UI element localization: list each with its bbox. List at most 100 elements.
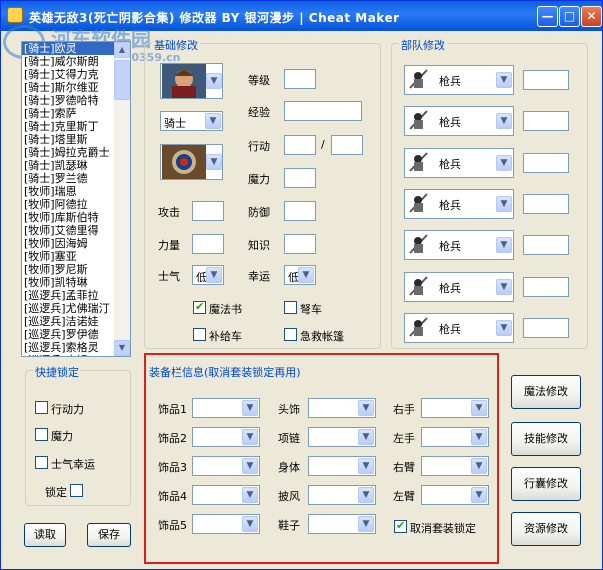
hero-list-item[interactable]: [牧师]因海姆: [22, 237, 116, 250]
chevron-down-icon[interactable]: ▼: [242, 516, 258, 532]
army-unit-select[interactable]: 枪兵 ▼: [404, 312, 514, 343]
attack-input[interactable]: [192, 201, 224, 221]
equip-slot-acc4-select[interactable]: ▼: [192, 485, 260, 505]
hero-list-item[interactable]: [牧师]阿德拉: [22, 198, 116, 211]
army-unit-select[interactable]: 枪兵 ▼: [404, 230, 514, 261]
knowledge-input[interactable]: [284, 234, 316, 254]
move-current-input[interactable]: [284, 135, 316, 155]
equip-slot-right-hand-select[interactable]: ▼: [421, 398, 489, 418]
hero-list-item[interactable]: [骑士]艾得力克: [22, 68, 116, 81]
army-unit-select[interactable]: 枪兵 ▼: [404, 188, 514, 219]
hero-specialty-select[interactable]: ▼: [160, 144, 223, 180]
equip-slot-left-arm-select[interactable]: ▼: [421, 485, 489, 505]
lock-checkbox[interactable]: [70, 484, 83, 497]
hero-portrait-select[interactable]: ▼: [160, 63, 223, 99]
hero-class-select[interactable]: 骑士 ▼: [160, 111, 223, 131]
equip-slot-cloak-select[interactable]: ▼: [308, 485, 376, 505]
chevron-down-icon[interactable]: ▼: [496, 72, 512, 88]
hero-list-item[interactable]: [牧师]塞亚: [22, 250, 116, 263]
chevron-down-icon[interactable]: ▼: [358, 458, 374, 474]
chevron-down-icon[interactable]: ▼: [496, 237, 512, 254]
equip-slot-left-hand-select[interactable]: ▼: [421, 427, 489, 447]
hero-list-item[interactable]: [骑士]威尔斯朗: [22, 55, 116, 68]
equip-slot-acc2-select[interactable]: ▼: [192, 427, 260, 447]
hero-list-item[interactable]: [牧师]罗尼斯: [22, 263, 116, 276]
equip-slot-body-select[interactable]: ▼: [308, 456, 376, 476]
first-aid-checkbox[interactable]: [284, 328, 297, 341]
equip-slot-shoes-select[interactable]: ▼: [308, 514, 376, 534]
chevron-down-icon[interactable]: ▼: [298, 267, 314, 283]
cancel-set-lock-checkbox[interactable]: [394, 519, 407, 533]
army-unit-select[interactable]: 枪兵 ▼: [404, 106, 514, 137]
chevron-down-icon[interactable]: ▼: [496, 278, 512, 295]
bag-edit-button[interactable]: 行囊修改: [511, 467, 581, 501]
ballista-checkbox[interactable]: [284, 301, 297, 314]
chevron-down-icon[interactable]: ▼: [242, 429, 258, 445]
skill-edit-button[interactable]: 技能修改: [511, 422, 581, 456]
title-bar[interactable]: 英雄无敌3(死亡阴影合集) 修改器 BY 银河漫步 | Cheat Maker …: [1, 1, 602, 31]
equip-slot-acc1-select[interactable]: ▼: [192, 398, 260, 418]
army-unit-select[interactable]: 枪兵 ▼: [404, 271, 514, 302]
chevron-down-icon[interactable]: ▼: [242, 458, 258, 474]
resource-edit-button[interactable]: 资源修改: [511, 512, 581, 546]
hero-list-item[interactable]: [牧师]艾德里得: [22, 224, 116, 237]
morale-select[interactable]: 低 ▼: [192, 265, 224, 285]
scroll-up-icon[interactable]: ▲: [114, 42, 130, 58]
hero-list-item[interactable]: [巡逻兵]尤佛瑞汀: [22, 302, 116, 315]
close-button[interactable]: ✕: [581, 6, 602, 27]
hero-list-item[interactable]: [骑士]凯瑟琳: [22, 159, 116, 172]
army-unit-count-input[interactable]: [523, 317, 569, 338]
chevron-down-icon[interactable]: ▼: [496, 113, 512, 130]
hero-list-scrollbar[interactable]: ▲ ▼: [114, 42, 130, 356]
hero-list-item[interactable]: [牧师]凯特琳: [22, 276, 116, 289]
chevron-down-icon[interactable]: ▼: [358, 487, 374, 503]
army-unit-select[interactable]: 枪兵 ▼: [404, 65, 514, 95]
army-unit-count-input[interactable]: [523, 235, 569, 256]
read-button[interactable]: 读取: [24, 523, 66, 547]
save-button[interactable]: 保存: [87, 523, 131, 547]
maximize-button[interactable]: □: [559, 6, 580, 27]
hero-list-item[interactable]: [骑士]罗兰德: [22, 172, 116, 185]
hero-list-item[interactable]: [骑士]欧灵: [22, 42, 116, 55]
magic-edit-button[interactable]: 魔法修改: [511, 375, 581, 409]
chevron-down-icon[interactable]: ▼: [471, 400, 487, 416]
chevron-down-icon[interactable]: ▼: [206, 267, 222, 283]
exp-input[interactable]: [284, 101, 362, 121]
hero-list-item[interactable]: [巡逻兵]吉姆: [22, 354, 116, 356]
army-unit-count-input[interactable]: [523, 111, 569, 132]
lock-move-checkbox[interactable]: [35, 401, 48, 414]
scroll-thumb[interactable]: [114, 60, 130, 100]
lock-magic-checkbox[interactable]: [35, 428, 48, 441]
army-unit-count-input[interactable]: [523, 152, 569, 173]
hero-list-item[interactable]: [骑士]索萨: [22, 107, 116, 120]
minimize-button[interactable]: —: [537, 6, 558, 27]
chevron-down-icon[interactable]: ▼: [358, 429, 374, 445]
lock-morale-luck-checkbox[interactable]: [35, 456, 48, 469]
hero-list[interactable]: [骑士]欧灵 [骑士]威尔斯朗 [骑士]艾得力克 [骑士]斯尔维亚 [骑士]罗德哈特 [骑…: [21, 41, 131, 357]
chevron-down-icon[interactable]: ▼: [206, 154, 222, 170]
spellbook-checkbox[interactable]: [193, 300, 206, 314]
chevron-down-icon[interactable]: ▼: [358, 400, 374, 416]
scroll-down-icon[interactable]: ▼: [114, 340, 130, 356]
equip-slot-acc5-select[interactable]: ▼: [192, 514, 260, 534]
level-input[interactable]: [284, 69, 316, 89]
luck-select[interactable]: 低 ▼: [284, 265, 316, 285]
power-input[interactable]: [192, 234, 224, 254]
chevron-down-icon[interactable]: ▼: [471, 487, 487, 503]
chevron-down-icon[interactable]: ▼: [206, 73, 222, 89]
hero-list-item[interactable]: [巡逻兵]洁诺娃: [22, 315, 116, 328]
hero-list-item[interactable]: [巡逻兵]索格灵: [22, 341, 116, 354]
equip-slot-head-select[interactable]: ▼: [308, 398, 376, 418]
chevron-down-icon[interactable]: ▼: [358, 516, 374, 532]
chevron-down-icon[interactable]: ▼: [242, 400, 258, 416]
hero-list-item[interactable]: [牧师]库斯伯特: [22, 211, 116, 224]
hero-list-item[interactable]: [骑士]姆拉克爵士: [22, 146, 116, 159]
chevron-down-icon[interactable]: ▼: [496, 154, 512, 171]
hero-list-item[interactable]: [牧师]瑞恩: [22, 185, 116, 198]
chevron-down-icon[interactable]: ▼: [242, 487, 258, 503]
chevron-down-icon[interactable]: ▼: [205, 113, 221, 129]
ammo-cart-checkbox[interactable]: [193, 328, 206, 341]
chevron-down-icon[interactable]: ▼: [471, 429, 487, 445]
hero-list-item[interactable]: [骑士]罗德哈特: [22, 94, 116, 107]
hero-list-item[interactable]: [巡逻兵]孟菲拉: [22, 289, 116, 302]
